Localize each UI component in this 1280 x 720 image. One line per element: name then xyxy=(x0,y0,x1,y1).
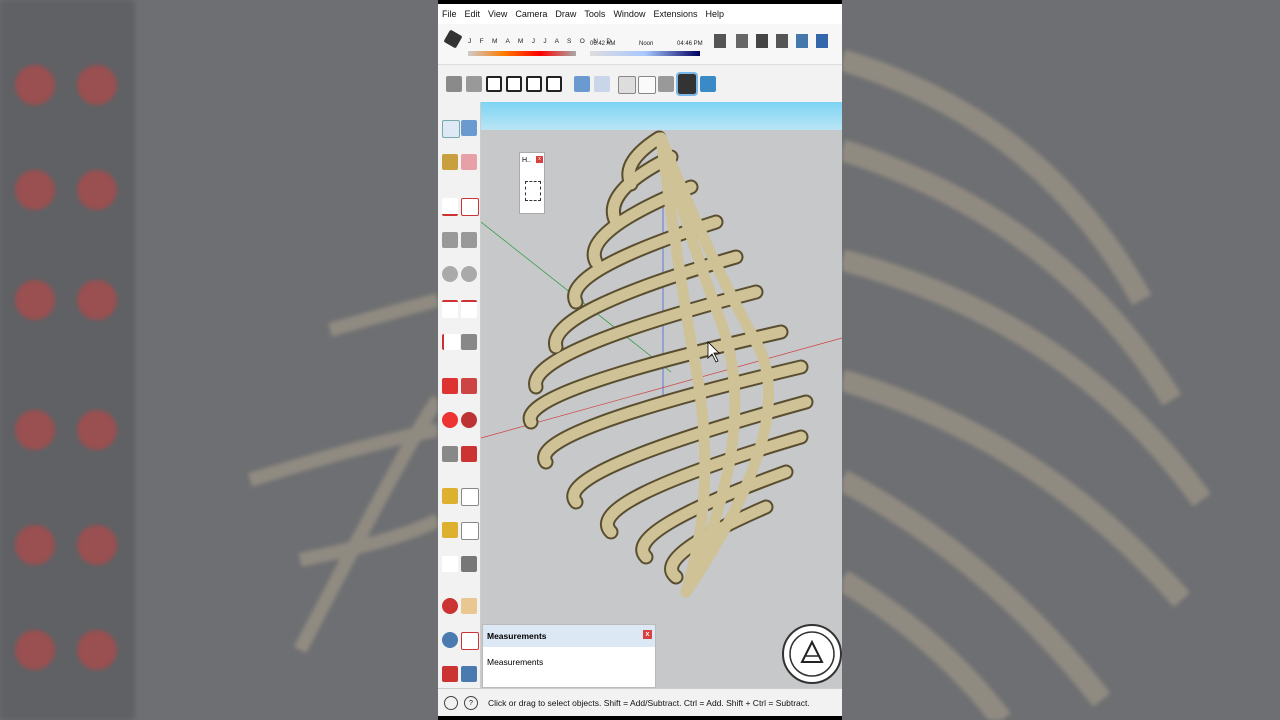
move-tool-icon[interactable] xyxy=(442,378,458,394)
shadow-icon-6[interactable] xyxy=(816,34,828,48)
menu-view[interactable]: View xyxy=(484,9,511,19)
blurred-background-right xyxy=(842,0,1280,720)
shadow-icon-3[interactable] xyxy=(756,34,768,48)
3point-arc-icon[interactable] xyxy=(442,334,460,350)
arc-tool-icon[interactable] xyxy=(442,300,458,318)
push-pull-icon[interactable] xyxy=(461,378,477,394)
walk-tool-icon[interactable] xyxy=(461,666,477,682)
backedges-style-icon[interactable] xyxy=(594,76,610,92)
line-tool-icon[interactable] xyxy=(442,198,458,216)
menu-draw[interactable]: Draw xyxy=(551,9,580,19)
front-view-icon[interactable] xyxy=(486,76,502,92)
shaded-texture-style-icon[interactable] xyxy=(676,72,698,96)
spring-icon[interactable] xyxy=(525,181,541,201)
axes-tool-icon[interactable] xyxy=(442,556,458,572)
tape-measure-icon[interactable] xyxy=(442,488,458,504)
left-view-icon[interactable] xyxy=(546,76,562,92)
pie-tool-icon[interactable] xyxy=(461,334,477,350)
follow-me-icon[interactable] xyxy=(461,412,477,428)
shadow-icon-1[interactable] xyxy=(714,34,726,48)
right-view-icon[interactable] xyxy=(506,76,522,92)
rotated-rectangle-icon[interactable] xyxy=(461,232,477,248)
status-message: Click or drag to select objects. Shift =… xyxy=(488,698,810,708)
measurements-title: Measurements xyxy=(487,631,547,641)
time-slider[interactable] xyxy=(590,51,700,56)
3d-text-icon[interactable] xyxy=(461,556,477,572)
protractor-icon[interactable] xyxy=(442,522,458,538)
shaded-style-icon[interactable] xyxy=(658,76,674,92)
offset-tool-icon[interactable] xyxy=(461,446,477,462)
circle-tool-icon[interactable] xyxy=(442,266,458,282)
date-slider[interactable] xyxy=(468,51,576,56)
menu-camera[interactable]: Camera xyxy=(511,9,551,19)
menu-bar: File Edit View Camera Draw Tools Window … xyxy=(438,4,842,24)
sketchup-window: File Edit View Camera Draw Tools Window … xyxy=(438,4,842,716)
top-view-icon[interactable] xyxy=(466,76,482,92)
large-tool-set xyxy=(438,102,481,688)
orbit-tool-icon[interactable] xyxy=(442,598,458,614)
channel-logo xyxy=(782,624,842,684)
scale-tool-icon[interactable] xyxy=(442,446,458,462)
back-view-icon[interactable] xyxy=(526,76,542,92)
zoom-tool-icon[interactable] xyxy=(442,632,458,648)
modeling-viewport[interactable]: H.. x xyxy=(481,102,842,688)
xray-style-icon[interactable] xyxy=(574,76,590,92)
close-icon[interactable]: x xyxy=(536,156,543,163)
dimension-tool-icon[interactable] xyxy=(461,488,479,506)
shadow-icon-2[interactable] xyxy=(736,34,748,48)
menu-help[interactable]: Help xyxy=(701,9,728,19)
pan-tool-icon[interactable] xyxy=(461,598,477,614)
status-bar: ? Click or drag to select objects. Shift… xyxy=(438,688,842,716)
time-end: 04:46 PM xyxy=(677,41,703,47)
views-toolbar xyxy=(438,66,842,103)
measurements-header: Measurements x xyxy=(483,625,655,647)
shadow-icon-4[interactable] xyxy=(776,34,788,48)
hiddenline-style-icon[interactable] xyxy=(638,76,656,94)
helix-coils xyxy=(524,132,812,598)
monochrome-style-icon[interactable] xyxy=(700,76,716,92)
eraser-tool-icon[interactable] xyxy=(461,154,477,170)
helix-plugin-panel: H.. x xyxy=(519,152,545,214)
menu-tools[interactable]: Tools xyxy=(580,9,609,19)
shadow-icon-5[interactable] xyxy=(796,34,808,48)
eraser-icon[interactable] xyxy=(443,29,463,49)
menu-edit[interactable]: Edit xyxy=(461,9,485,19)
info-icon[interactable]: ? xyxy=(464,696,478,710)
text-tool-icon[interactable] xyxy=(461,522,479,540)
make-component-icon[interactable] xyxy=(461,120,477,136)
wireframe-style-icon[interactable] xyxy=(618,76,636,94)
measurements-panel: Measurements x Measurements xyxy=(482,624,656,688)
rotate-tool-icon[interactable] xyxy=(442,412,458,428)
2point-arc-icon[interactable] xyxy=(461,300,477,318)
zoom-window-icon[interactable] xyxy=(461,632,479,650)
select-tool-icon[interactable] xyxy=(442,120,460,138)
time-start: 06:42 AM xyxy=(590,41,616,47)
menu-extensions[interactable]: Extensions xyxy=(649,9,701,19)
rectangle-tool-icon[interactable] xyxy=(442,232,458,248)
measurements-field[interactable]: Measurements xyxy=(483,647,655,667)
iso-view-icon[interactable] xyxy=(446,76,462,92)
time-noon: Noon xyxy=(639,41,654,47)
paint-bucket-icon[interactable] xyxy=(442,154,458,170)
menu-file[interactable]: File xyxy=(438,9,461,19)
blurred-background-left xyxy=(0,0,438,720)
menu-window[interactable]: Window xyxy=(609,9,649,19)
geo-location-icon[interactable] xyxy=(444,696,458,710)
zoom-extents-icon[interactable] xyxy=(442,666,458,682)
freehand-tool-icon[interactable] xyxy=(461,198,479,216)
polygon-tool-icon[interactable] xyxy=(461,266,477,282)
close-icon[interactable]: x xyxy=(643,630,652,639)
